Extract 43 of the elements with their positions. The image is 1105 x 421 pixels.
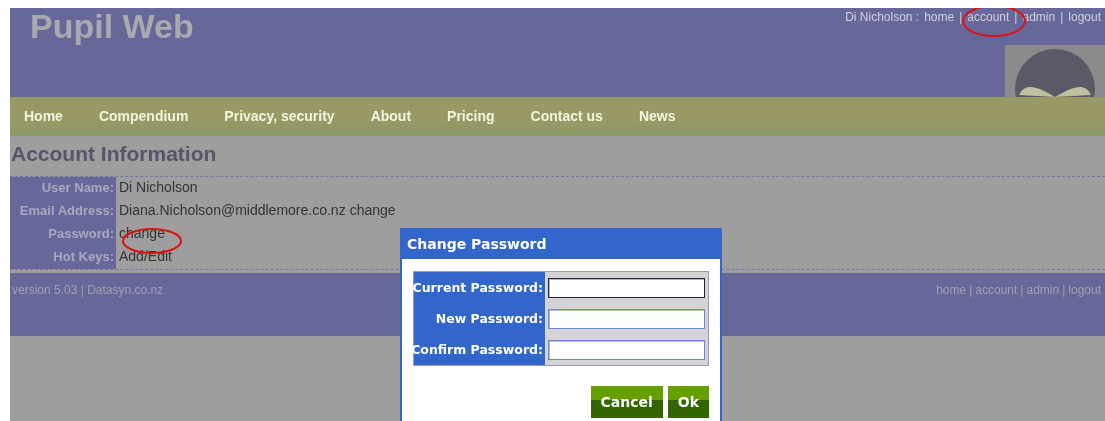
footer-link[interactable]: account <box>975 283 1018 336</box>
nav-link[interactable]: Compendium <box>98 108 189 124</box>
field-link[interactable]: change <box>349 202 396 221</box>
cancel-button[interactable]: Cancel <box>590 386 663 418</box>
nav-link[interactable]: About <box>370 108 412 124</box>
header-link[interactable]: logout <box>1068 10 1101 26</box>
field-label: Password: <box>10 223 116 246</box>
field-label: User Name: <box>10 177 116 200</box>
password-field[interactable] <box>548 308 705 329</box>
user-name: Di Nicholson : <box>845 10 920 26</box>
field-label: Hot Keys: <box>10 246 116 269</box>
separator-text: | <box>969 283 973 299</box>
separator-text: | <box>1020 283 1024 299</box>
password-field[interactable] <box>548 339 705 360</box>
password-field[interactable] <box>548 277 705 298</box>
ok-button[interactable]: Ok <box>667 386 709 418</box>
separator-text: | <box>1014 10 1018 26</box>
footer-link[interactable]: home <box>936 283 967 336</box>
field-label: Confirm Password: <box>414 341 544 359</box>
header-link[interactable]: account <box>967 10 1010 26</box>
page-heading: Account Information <box>10 141 218 167</box>
site-title: Pupil Web <box>29 8 194 47</box>
header-link[interactable]: admin <box>1022 10 1056 26</box>
header-link[interactable]: home <box>924 10 955 26</box>
field-label: New Password: <box>434 310 544 328</box>
footer-link[interactable]: admin <box>1026 283 1060 336</box>
dialog-title: Change Password <box>402 230 720 259</box>
field-value: Diana.Nicholson@middlemore.co.nz <box>119 202 346 220</box>
field-label: Email Address: <box>10 200 116 223</box>
field-value: Di Nicholson <box>119 179 198 197</box>
separator-text: | <box>959 10 963 26</box>
nav-link[interactable]: Home <box>24 108 63 124</box>
nav-link[interactable]: Contact us <box>530 108 603 124</box>
logo-icon <box>1005 45 1105 97</box>
footer-link[interactable]: logout <box>1068 283 1101 336</box>
nav-link[interactable]: Privacy, security <box>224 108 335 124</box>
nav-link[interactable]: Pricing <box>447 108 495 124</box>
field-label: Current Password: <box>414 279 544 297</box>
version-text: version 5.03 | Datasyn.co.nz <box>12 283 164 299</box>
field-link[interactable]: Add/Edit <box>119 248 172 267</box>
separator-text: | <box>1060 10 1064 26</box>
nav-link[interactable]: News <box>638 108 676 124</box>
separator-text: | <box>1062 283 1066 299</box>
